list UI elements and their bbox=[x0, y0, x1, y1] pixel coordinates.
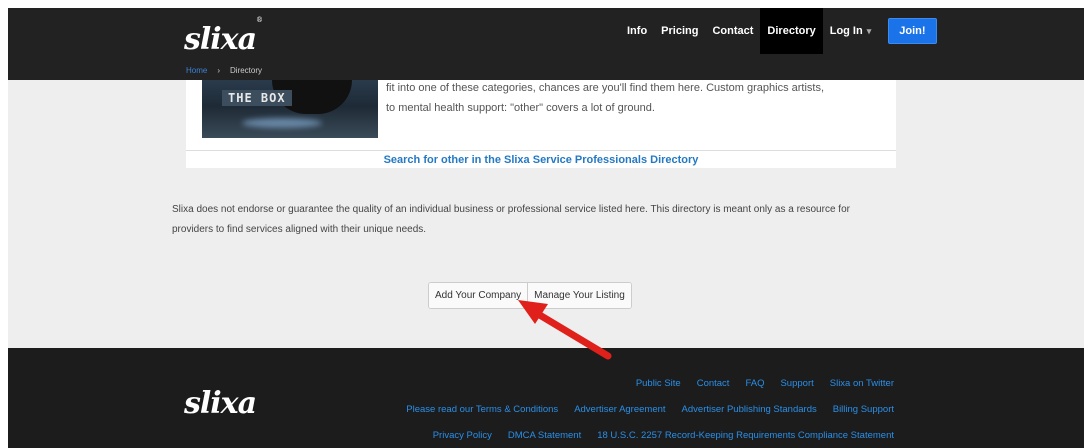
nav-info[interactable]: Info bbox=[620, 8, 654, 54]
nav-pricing[interactable]: Pricing bbox=[654, 8, 705, 54]
thumbnail-text: THE BOX bbox=[222, 90, 292, 106]
site-footer: slixa Public Site Contact FAQ Support Sl… bbox=[8, 348, 1084, 448]
footer-link-billing-support[interactable]: Billing Support bbox=[833, 404, 894, 415]
footer-link-twitter[interactable]: Slixa on Twitter bbox=[830, 378, 894, 389]
card-divider bbox=[186, 150, 896, 151]
login-label: Log In bbox=[829, 25, 863, 37]
trademark-mark: ® bbox=[256, 16, 263, 24]
category-description: fit into one of these categories, chance… bbox=[386, 78, 886, 118]
disclaimer-text: Slixa does not endorse or guarantee the … bbox=[172, 204, 850, 235]
footer-logo[interactable]: slixa bbox=[184, 386, 257, 421]
description-line-2: to mental health support: "other" covers… bbox=[386, 102, 655, 114]
add-company-button[interactable]: Add Your Company bbox=[429, 283, 528, 308]
chevron-down-icon: ▾ bbox=[866, 26, 872, 36]
search-directory-link[interactable]: Search for other in the Slixa Service Pr… bbox=[186, 154, 896, 166]
nav-contact[interactable]: Contact bbox=[705, 8, 760, 54]
footer-link-faq[interactable]: FAQ bbox=[745, 378, 764, 389]
nav-directory[interactable]: Directory bbox=[760, 8, 823, 54]
footer-links-row-3: Privacy Policy DMCA Statement 18 U.S.C. … bbox=[433, 430, 894, 441]
breadcrumb-home[interactable]: Home bbox=[186, 66, 207, 75]
slixa-logo[interactable]: slixa® bbox=[184, 16, 263, 57]
footer-link-contact[interactable]: Contact bbox=[697, 378, 730, 389]
footer-link-privacy[interactable]: Privacy Policy bbox=[433, 430, 492, 441]
main-nav: Info Pricing Contact Directory Log In ▾ J… bbox=[620, 8, 937, 54]
footer-link-public-site[interactable]: Public Site bbox=[636, 378, 681, 389]
footer-link-advertiser-agreement[interactable]: Advertiser Agreement bbox=[574, 404, 665, 415]
thumbnail-glow bbox=[242, 118, 322, 128]
footer-link-2257[interactable]: 18 U.S.C. 2257 Record-Keeping Requiremen… bbox=[597, 430, 894, 441]
category-card: THE BOX fit into one of these categories… bbox=[186, 68, 896, 168]
nav-login[interactable]: Log In ▾ bbox=[823, 8, 879, 54]
page-frame: THE BOX fit into one of these categories… bbox=[8, 8, 1084, 448]
listing-button-group: Add Your Company Manage Your Listing bbox=[428, 282, 632, 309]
join-button[interactable]: Join! bbox=[888, 18, 937, 44]
breadcrumb: Home › Directory bbox=[186, 66, 262, 75]
footer-links-row-2: Please read our Terms & Conditions Adver… bbox=[406, 404, 894, 415]
breadcrumb-separator-icon: › bbox=[217, 66, 221, 75]
footer-link-publishing-standards[interactable]: Advertiser Publishing Standards bbox=[682, 404, 817, 415]
footer-link-terms[interactable]: Please read our Terms & Conditions bbox=[406, 404, 558, 415]
manage-listing-button[interactable]: Manage Your Listing bbox=[527, 283, 631, 308]
footer-link-support[interactable]: Support bbox=[780, 378, 813, 389]
footer-link-dmca[interactable]: DMCA Statement bbox=[508, 430, 581, 441]
description-line-1: fit into one of these categories, chance… bbox=[386, 82, 825, 94]
logo-text: slixa bbox=[184, 22, 257, 57]
footer-links-row-1: Public Site Contact FAQ Support Slixa on… bbox=[636, 378, 894, 389]
breadcrumb-current: Directory bbox=[230, 66, 263, 75]
top-navbar: slixa® Info Pricing Contact Directory Lo… bbox=[8, 8, 1084, 80]
category-thumbnail[interactable]: THE BOX bbox=[202, 80, 378, 138]
